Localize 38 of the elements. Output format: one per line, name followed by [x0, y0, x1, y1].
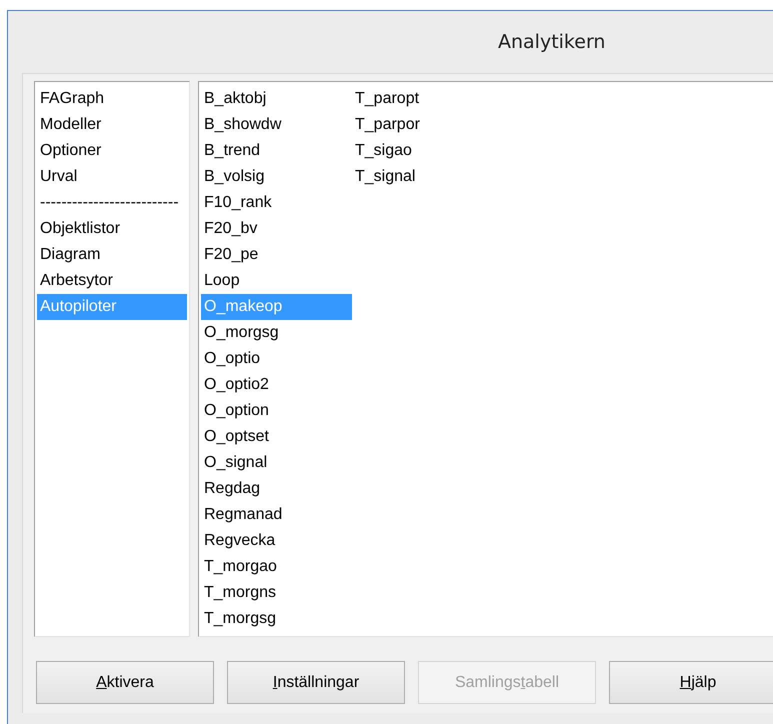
- autopilot-list[interactable]: [198, 81, 773, 637]
- autopilot-item[interactable]: F10_rank: [201, 190, 352, 216]
- autopilot-item[interactable]: T_signal: [352, 164, 503, 190]
- autopilot-item[interactable]: F20_pe: [201, 242, 352, 268]
- autopilot-item[interactable]: B_volsig: [201, 164, 352, 190]
- autopilot-item[interactable]: T_morgsg: [201, 606, 352, 632]
- autopilot-item[interactable]: O_optio: [201, 346, 352, 372]
- autopilot-item[interactable]: B_aktobj: [201, 86, 352, 112]
- autopilot-item[interactable]: O_morgsg: [201, 320, 352, 346]
- category-item[interactable]: Objektlistor: [37, 216, 187, 242]
- autopilot-item[interactable]: F20_bv: [201, 216, 352, 242]
- autopilot-item[interactable]: O_optio2: [201, 372, 352, 398]
- autopilot-item[interactable]: O_option: [201, 398, 352, 424]
- window-title: Analytikern: [498, 31, 606, 53]
- autopilot-item[interactable]: Regvecka: [201, 528, 352, 554]
- category-item[interactable]: Diagram: [37, 242, 187, 268]
- category-item[interactable]: Modeller: [37, 112, 187, 138]
- autopilot-item[interactable]: Loop: [201, 268, 352, 294]
- autopilot-item[interactable]: T_morgao: [201, 554, 352, 580]
- autopilot-item[interactable]: O_signal: [201, 450, 352, 476]
- category-item[interactable]: Urval: [37, 164, 187, 190]
- category-item[interactable]: Optioner: [37, 138, 187, 164]
- autopilot-item[interactable]: B_showdw: [201, 112, 352, 138]
- autopilot-item[interactable]: O_optset: [201, 424, 352, 450]
- dialog-button[interactable]: Inställningar: [227, 661, 405, 704]
- autopilot-item[interactable]: T_sigao: [352, 138, 503, 164]
- dialog-button[interactable]: Aktivera: [36, 661, 214, 704]
- dialog-button[interactable]: Hjälp: [609, 661, 773, 704]
- category-item[interactable]: Arbetsytor: [37, 268, 187, 294]
- autopilot-item[interactable]: B_trend: [201, 138, 352, 164]
- autopilot-item[interactable]: T_morgns: [201, 580, 352, 606]
- autopilot-item[interactable]: T_paropt: [352, 86, 503, 112]
- autopilot-item[interactable]: Regdag: [201, 476, 352, 502]
- autopilot-item[interactable]: Regmanad: [201, 502, 352, 528]
- category-list[interactable]: FAGraph Modeller Optioner Urval -------------------------- Objektlistor Diagram Arbetsytor Autopiloter: [34, 81, 190, 637]
- autopilot-item[interactable]: T_parpor: [352, 112, 503, 138]
- category-item[interactable]: --------------------------: [37, 190, 187, 216]
- category-item[interactable]: FAGraph: [37, 86, 187, 112]
